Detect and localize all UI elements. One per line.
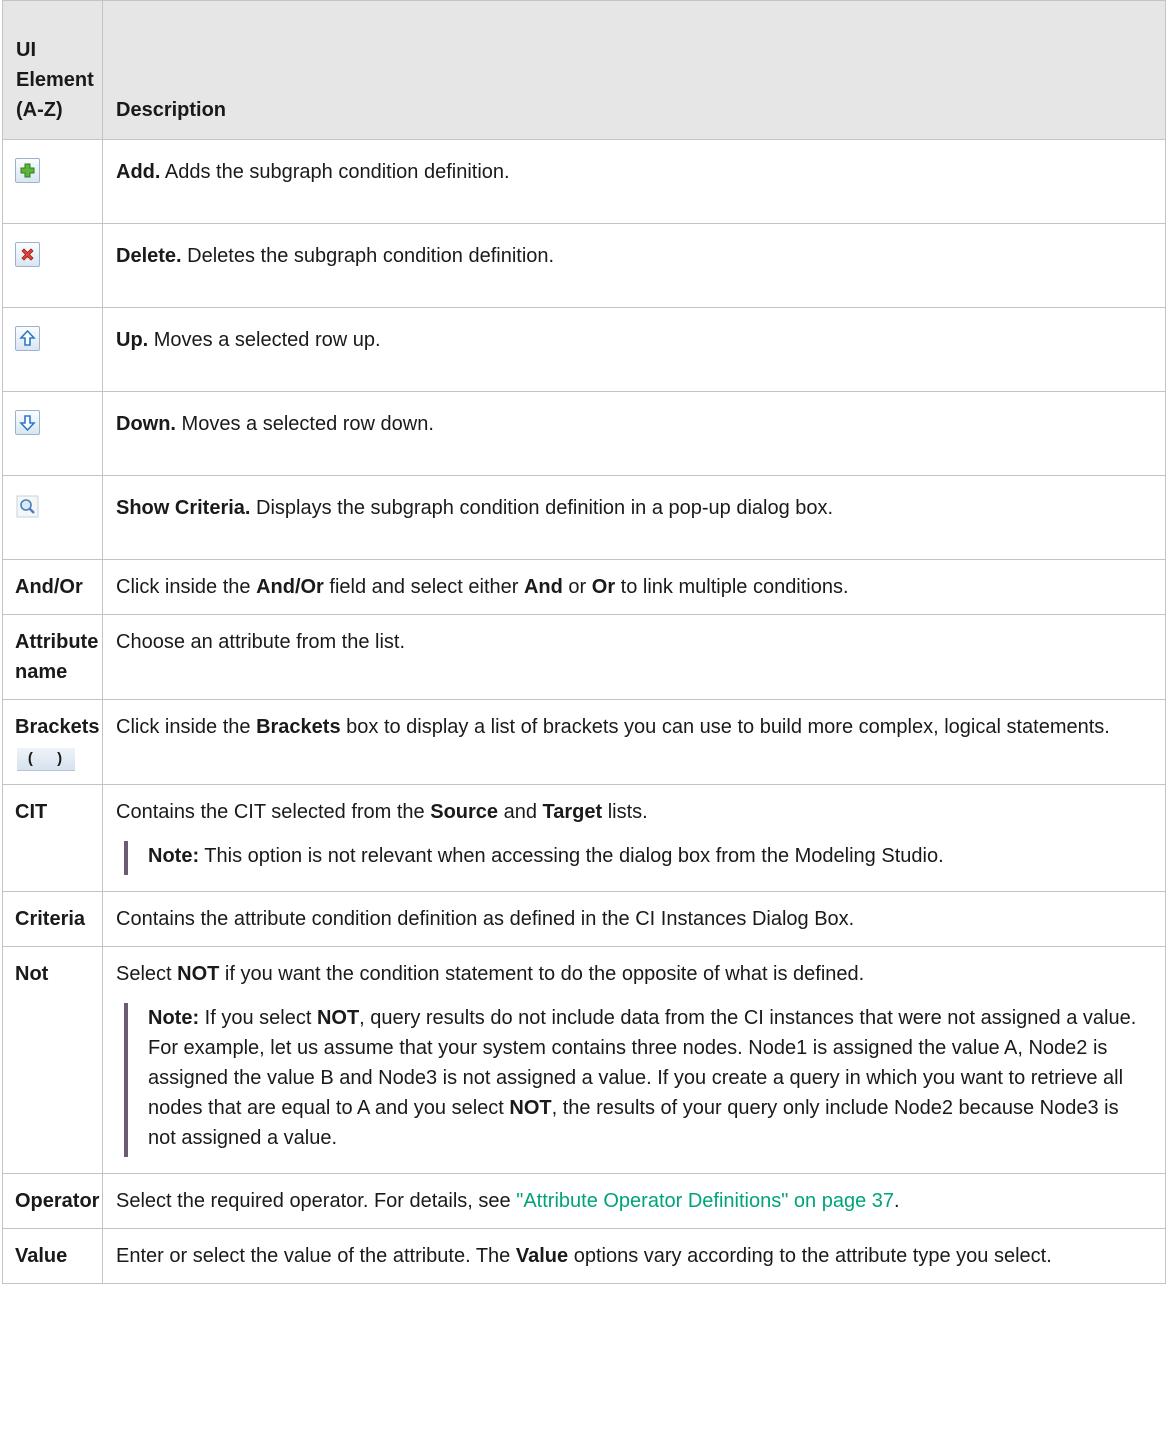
table-row-operator: Operator Select the required operator. F… bbox=[2, 1173, 1166, 1229]
attribute-operator-definitions-link[interactable]: "Attribute Operator Definitions" on page… bbox=[516, 1190, 894, 1212]
row-label: Not bbox=[2, 946, 103, 1174]
table-row-criteria: Criteria Contains the attribute conditio… bbox=[2, 891, 1166, 947]
row-icon-cell bbox=[2, 139, 103, 224]
table-row-up: Up. Moves a selected row up. bbox=[2, 307, 1166, 392]
note-block: Note: This option is not relevant when a… bbox=[124, 841, 1152, 875]
table-row-add: Add. Adds the subgraph condition definit… bbox=[2, 139, 1166, 224]
row-description: Delete. Deletes the subgraph condition d… bbox=[102, 223, 1166, 308]
row-description: Click inside the Brackets box to display… bbox=[102, 699, 1166, 785]
table-header-row: UI Element (A-Z) Description bbox=[2, 0, 1166, 140]
row-label: CIT bbox=[2, 784, 103, 892]
table-row-and-or: And/Or Click inside the And/Or field and… bbox=[2, 559, 1166, 615]
row-label: Operator bbox=[2, 1173, 103, 1229]
row-description: Choose an attribute from the list. bbox=[102, 614, 1166, 700]
row-description: Click inside the And/Or field and select… bbox=[102, 559, 1166, 615]
header-description: Description bbox=[102, 0, 1166, 140]
row-description: Select the required operator. For detail… bbox=[102, 1173, 1166, 1229]
row-description: Add. Adds the subgraph condition definit… bbox=[102, 139, 1166, 224]
ui-elements-table: UI Element (A-Z) Description Add. Adds t… bbox=[2, 0, 1166, 1284]
row-icon-cell bbox=[2, 223, 103, 308]
row-label: Attribute name bbox=[2, 614, 103, 700]
row-label: Brackets bbox=[15, 716, 100, 738]
up-arrow-icon[interactable] bbox=[15, 326, 40, 351]
row-description: Contains the CIT selected from the Sourc… bbox=[102, 784, 1166, 892]
row-description: Enter or select the value of the attribu… bbox=[102, 1228, 1166, 1284]
row-label: Criteria bbox=[2, 891, 103, 947]
row-description: Contains the attribute condition definit… bbox=[102, 891, 1166, 947]
table-row-show-criteria: Show Criteria. Displays the subgraph con… bbox=[2, 475, 1166, 560]
magnifier-icon[interactable] bbox=[15, 494, 40, 519]
row-description: Down. Moves a selected row down. bbox=[102, 391, 1166, 476]
brackets-button[interactable]: ( ) bbox=[17, 748, 75, 771]
note-block: Note: If you select NOT, query results d… bbox=[124, 1003, 1152, 1157]
delete-icon[interactable] bbox=[15, 242, 40, 267]
table-row-not: Not Select NOT if you want the condition… bbox=[2, 946, 1166, 1174]
row-label: And/Or bbox=[2, 559, 103, 615]
row-icon-cell bbox=[2, 391, 103, 476]
table-row-down: Down. Moves a selected row down. bbox=[2, 391, 1166, 476]
row-label-cell: Brackets ( ) bbox=[2, 699, 103, 785]
row-description: Show Criteria. Displays the subgraph con… bbox=[102, 475, 1166, 560]
row-label: Value bbox=[2, 1228, 103, 1284]
table-row-delete: Delete. Deletes the subgraph condition d… bbox=[2, 223, 1166, 308]
table-row-cit: CIT Contains the CIT selected from the S… bbox=[2, 784, 1166, 892]
table-row-brackets: Brackets ( ) Click inside the Brackets b… bbox=[2, 699, 1166, 785]
table-row-value: Value Enter or select the value of the a… bbox=[2, 1228, 1166, 1284]
row-icon-cell bbox=[2, 307, 103, 392]
header-ui-element: UI Element (A-Z) bbox=[2, 0, 103, 140]
row-icon-cell bbox=[2, 475, 103, 560]
row-description: Select NOT if you want the condition sta… bbox=[102, 946, 1166, 1174]
row-description: Up. Moves a selected row up. bbox=[102, 307, 1166, 392]
table-row-attribute-name: Attribute name Choose an attribute from … bbox=[2, 614, 1166, 700]
add-icon[interactable] bbox=[15, 158, 40, 183]
down-arrow-icon[interactable] bbox=[15, 410, 40, 435]
